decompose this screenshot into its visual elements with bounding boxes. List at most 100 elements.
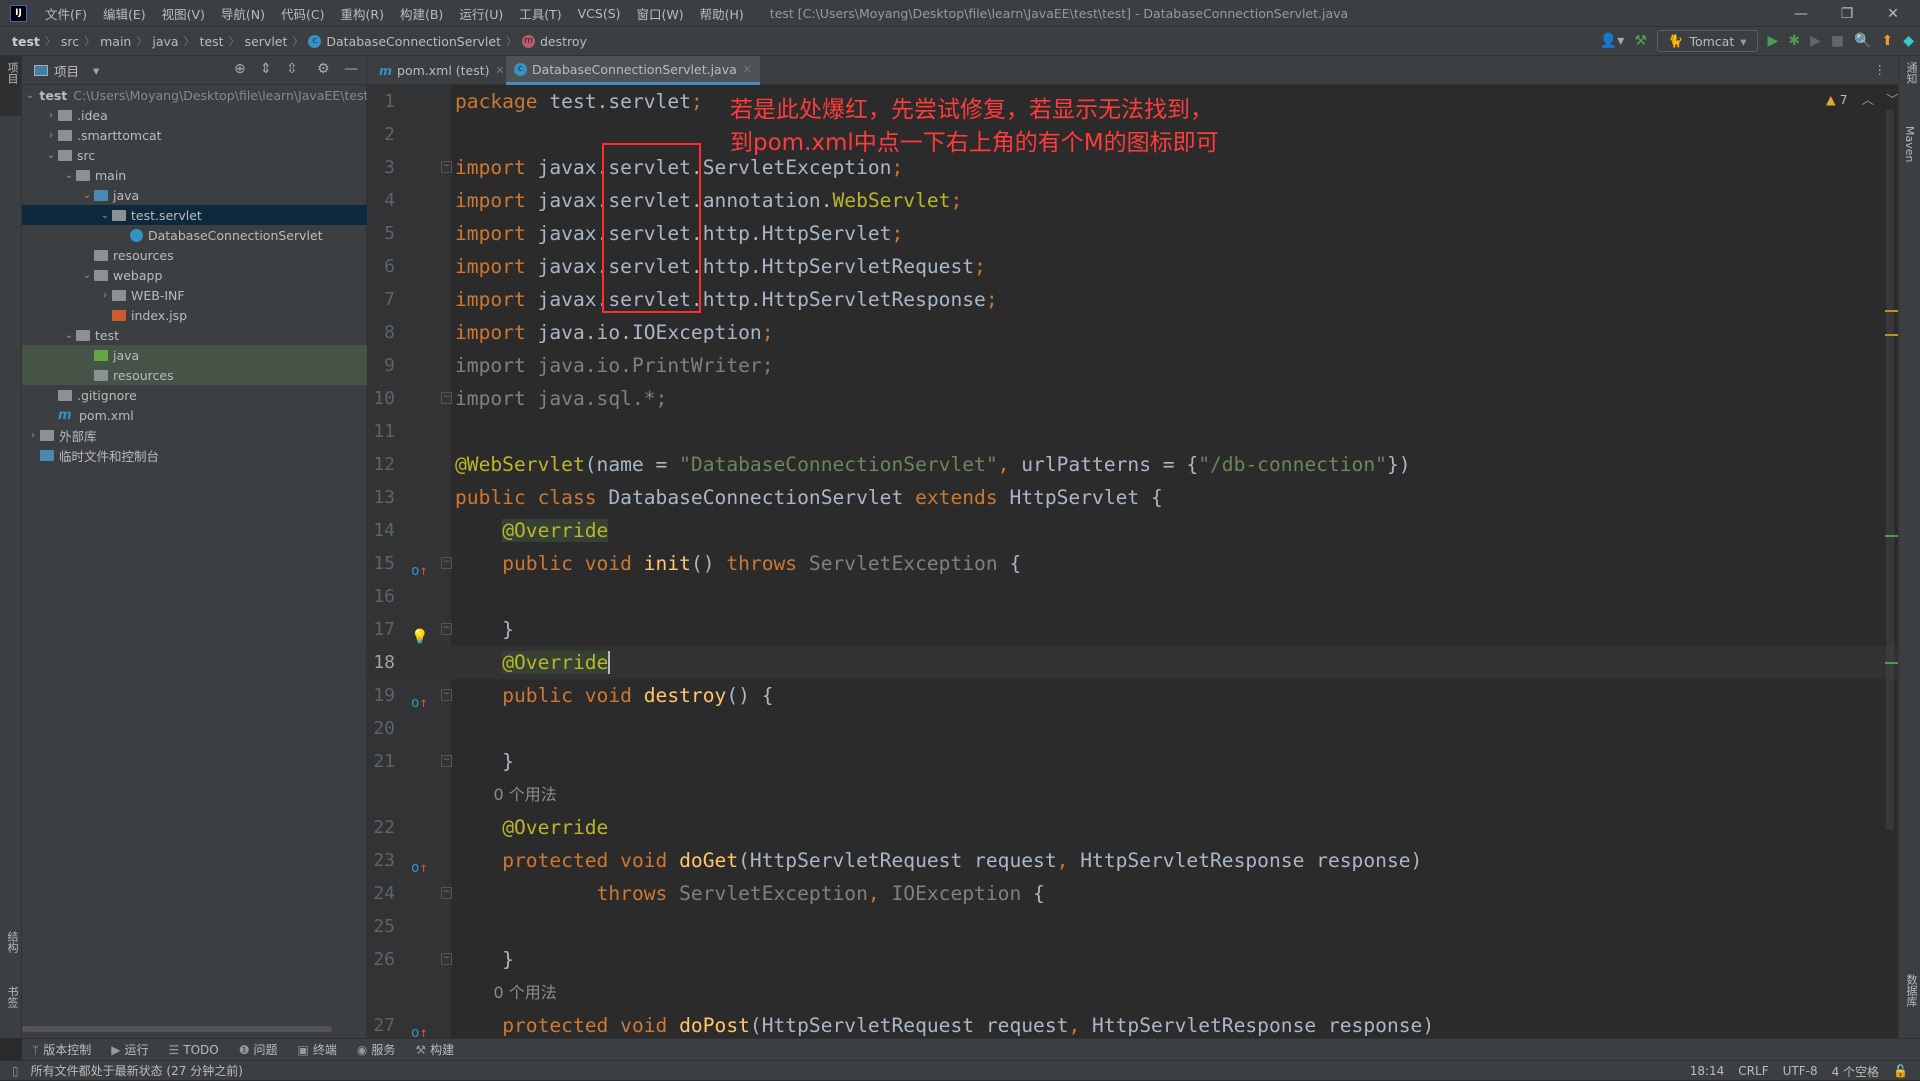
restore-icon[interactable]: ❐: [1824, 0, 1870, 27]
fold-icon[interactable]: −: [441, 887, 452, 899]
inspection-widget[interactable]: ▲ 7 ︿ ﹀: [1826, 89, 1899, 108]
tree-item[interactable]: m pom.xml: [22, 405, 367, 425]
plugin-icon[interactable]: ◆: [1903, 33, 1914, 49]
menu-file[interactable]: 文件(F): [37, 4, 95, 23]
line-number[interactable]: 27: [367, 1009, 395, 1038]
fold-icon[interactable]: −: [441, 623, 452, 635]
line-ending[interactable]: CRLF: [1738, 1064, 1768, 1078]
run-tool-button[interactable]: ▶ 运行: [111, 1041, 148, 1058]
file-encoding[interactable]: UTF-8: [1783, 1064, 1818, 1078]
menu-build[interactable]: 构建(B): [392, 4, 451, 23]
tree-item[interactable]: › 外部库: [22, 425, 367, 445]
project-tool-button[interactable]: 项目: [4, 62, 20, 84]
line-number[interactable]: 8: [367, 316, 395, 349]
breadcrumb-src[interactable]: src: [61, 34, 79, 49]
breadcrumb-java[interactable]: java: [152, 34, 178, 49]
tree-item[interactable]: ⌄ test C:\Users\Moyang\Desktop\file\learn\…: [22, 85, 367, 105]
line-number[interactable]: 17: [367, 613, 395, 646]
user-icon[interactable]: 👤▾: [1600, 33, 1624, 49]
collapse-all-icon[interactable]: ⇳: [286, 61, 298, 77]
line-number[interactable]: 4: [367, 184, 395, 217]
line-number[interactable]: 12: [367, 448, 395, 481]
chevron-right-icon[interactable]: ›: [98, 290, 112, 301]
breadcrumb-servlet[interactable]: servlet: [245, 34, 288, 49]
status-panel-icon[interactable]: ▯: [12, 1064, 19, 1078]
menu-view[interactable]: 视图(V): [154, 4, 213, 23]
change-marker[interactable]: [1885, 535, 1898, 537]
run-configuration-select[interactable]: 🐈 Tomcat ▾: [1656, 30, 1758, 52]
tree-item[interactable]: ⌄ test: [22, 325, 367, 345]
chevron-down-icon[interactable]: ⌄: [44, 150, 58, 161]
chevron-down-icon[interactable]: ⌄: [62, 170, 76, 181]
tree-item[interactable]: ⌄ src: [22, 145, 367, 165]
tree-item[interactable]: java: [22, 345, 367, 365]
chevron-down-icon[interactable]: ⌄: [80, 270, 94, 281]
chevron-down-icon[interactable]: ⌄: [98, 210, 112, 221]
gear-icon[interactable]: ⚙: [317, 61, 330, 77]
menu-vcs[interactable]: VCS(S): [570, 6, 629, 21]
menu-help[interactable]: 帮助(H): [692, 4, 752, 23]
chevron-right-icon[interactable]: ›: [44, 130, 58, 141]
close-window-icon[interactable]: ✕: [1870, 0, 1916, 27]
line-number[interactable]: 2: [367, 118, 395, 151]
tab-pom-xml[interactable]: m pom.xml (test) ✕: [371, 56, 513, 85]
fold-icon[interactable]: −: [441, 689, 452, 701]
hide-icon[interactable]: —: [344, 61, 358, 77]
tree-item[interactable]: ⌄ webapp: [22, 265, 367, 285]
line-number[interactable]: 5: [367, 217, 395, 250]
line-number[interactable]: 9: [367, 349, 395, 382]
minimize-icon[interactable]: —: [1778, 0, 1824, 27]
vcs-tool-button[interactable]: ᛘ 版本控制: [32, 1041, 91, 1058]
chevron-down-icon[interactable]: ⌄: [62, 330, 76, 341]
chevron-down-icon[interactable]: ⌄: [80, 190, 94, 201]
fold-icon[interactable]: −: [441, 557, 452, 569]
chevron-right-icon[interactable]: ›: [44, 110, 58, 121]
notifications-tool-button[interactable]: 通知: [1903, 62, 1919, 84]
line-number[interactable]: 7: [367, 283, 395, 316]
warning-marker[interactable]: [1885, 310, 1898, 312]
line-number[interactable]: 15: [367, 547, 395, 580]
coverage-icon[interactable]: ▶: [1810, 33, 1821, 49]
menu-code[interactable]: 代码(C): [273, 4, 332, 23]
run-icon[interactable]: ▶: [1768, 33, 1779, 49]
tree-item[interactable]: › .smarttomcat: [22, 125, 367, 145]
breadcrumb-class[interactable]: c DatabaseConnectionServlet: [308, 34, 501, 49]
menu-window[interactable]: 窗口(W): [629, 4, 692, 23]
caret-position[interactable]: 18:14: [1690, 1064, 1725, 1078]
debug-icon[interactable]: ✱: [1788, 33, 1800, 49]
fold-icon[interactable]: −: [441, 755, 452, 767]
line-number[interactable]: 26: [367, 943, 395, 976]
close-tab-icon[interactable]: ✕: [743, 63, 752, 76]
breadcrumb-method[interactable]: m destroy: [522, 34, 587, 49]
line-number[interactable]: 20: [367, 712, 395, 745]
line-number[interactable]: 1: [367, 85, 395, 118]
todo-tool-button[interactable]: ☰ TODO: [168, 1043, 218, 1057]
menu-tools[interactable]: 工具(T): [511, 4, 569, 23]
tree-item[interactable]: ⌄ main: [22, 165, 367, 185]
locate-icon[interactable]: ⊕: [234, 61, 246, 77]
search-icon[interactable]: 🔍: [1854, 33, 1871, 49]
expand-all-icon[interactable]: ⇕: [260, 61, 272, 77]
build-hammer-icon[interactable]: ⚒: [1634, 33, 1647, 49]
structure-tool-button[interactable]: 结构: [4, 931, 20, 953]
tab-database-connection-servlet[interactable]: c DatabaseConnectionServlet.java ✕: [506, 56, 760, 85]
line-number[interactable]: 22: [367, 811, 395, 844]
chevron-right-icon[interactable]: ›: [26, 430, 40, 441]
tree-item[interactable]: ⌄ test.servlet: [22, 205, 367, 225]
update-icon[interactable]: ⬆: [1881, 33, 1893, 49]
menu-edit[interactable]: 编辑(E): [95, 4, 154, 23]
usage-count-hint[interactable]: 0 个用法: [455, 976, 557, 1009]
horizontal-scrollbar[interactable]: [22, 1026, 332, 1032]
tree-item[interactable]: › .idea: [22, 105, 367, 125]
change-marker[interactable]: [1885, 662, 1898, 664]
fold-icon[interactable]: −: [441, 392, 452, 404]
line-number[interactable]: 21: [367, 745, 395, 778]
line-number[interactable]: 24: [367, 877, 395, 910]
tree-item[interactable]: DatabaseConnectionServlet: [22, 225, 367, 245]
vertical-scrollbar[interactable]: [1886, 110, 1894, 830]
line-number[interactable]: 11: [367, 415, 395, 448]
close-tab-icon[interactable]: ✕: [496, 64, 505, 77]
tree-item[interactable]: ⌄ java: [22, 185, 367, 205]
services-tool-button[interactable]: ◉ 服务: [357, 1041, 396, 1058]
menu-run[interactable]: 运行(U): [451, 4, 511, 23]
